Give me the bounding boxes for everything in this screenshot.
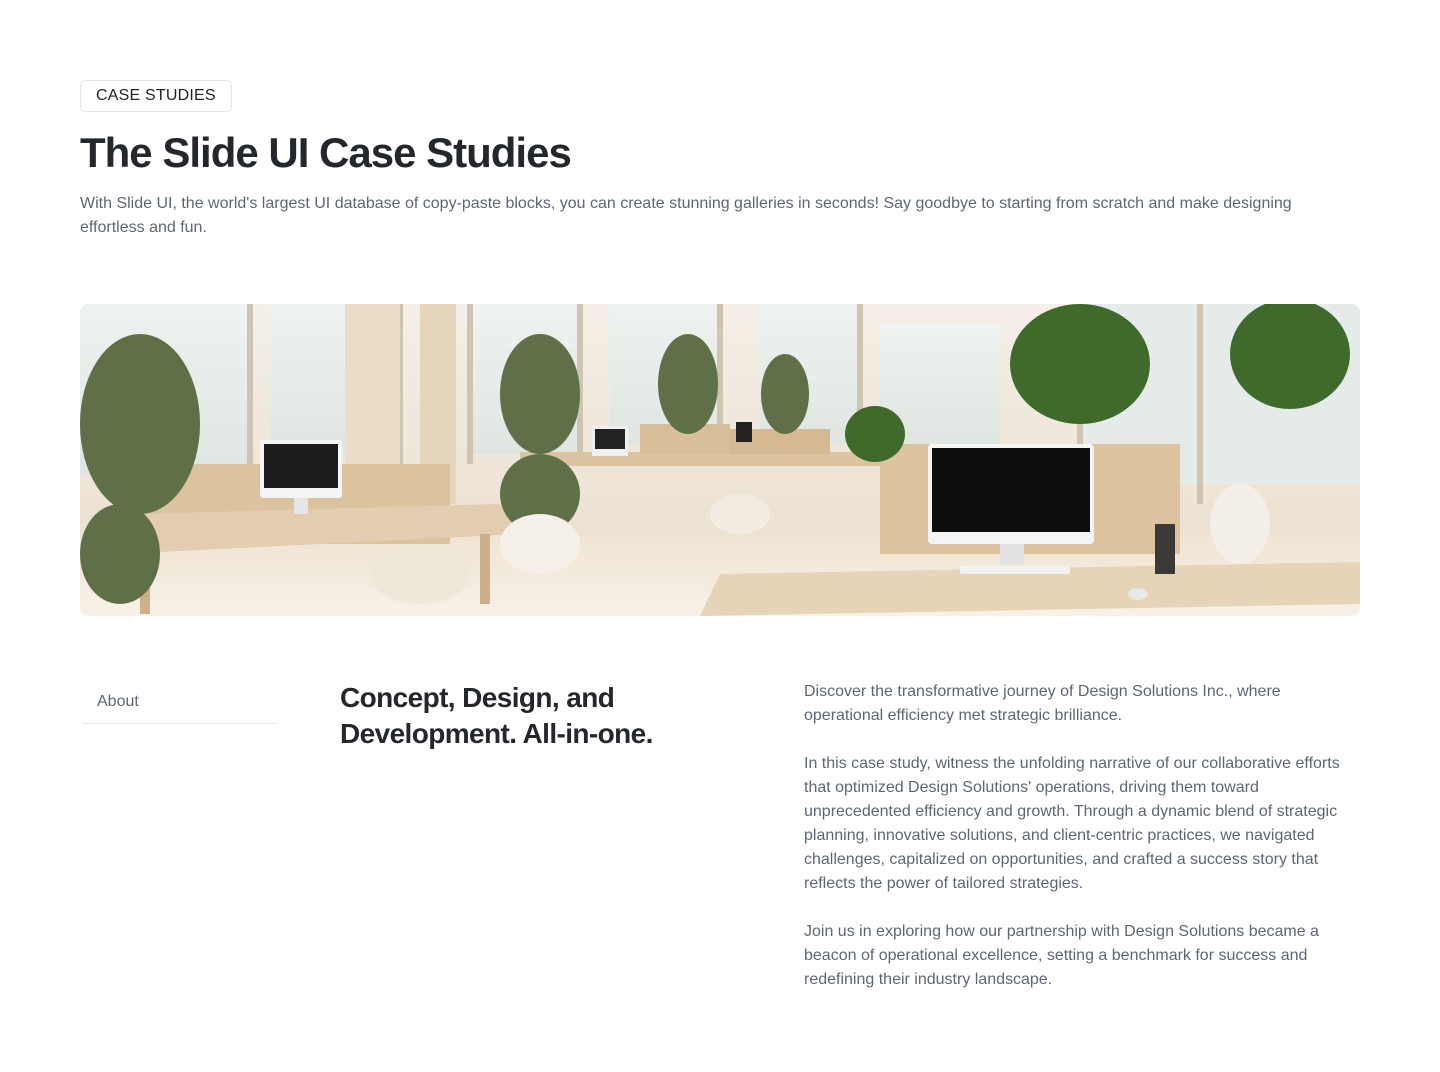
content-paragraph: Join us in exploring how our partnership… <box>804 923 1319 988</box>
section-badge: CASE STUDIES <box>80 80 232 112</box>
content-body: Discover the transformative journey of D… <box>804 680 1364 1016</box>
sidebar-item-about[interactable]: About <box>82 682 276 724</box>
sidebar-item-label: About <box>97 693 139 710</box>
content-paragraph: Discover the transformative journey of D… <box>804 683 1281 724</box>
office-workspace-image <box>80 304 1360 616</box>
page-title: The Slide UI Case Studies <box>80 129 572 176</box>
page-description: With Slide UI, the world's largest UI da… <box>80 195 1292 236</box>
content-paragraph: In this case study, witness the unfoldin… <box>804 755 1340 892</box>
content-heading: Concept, Design, and Development. All-in… <box>340 682 653 749</box>
